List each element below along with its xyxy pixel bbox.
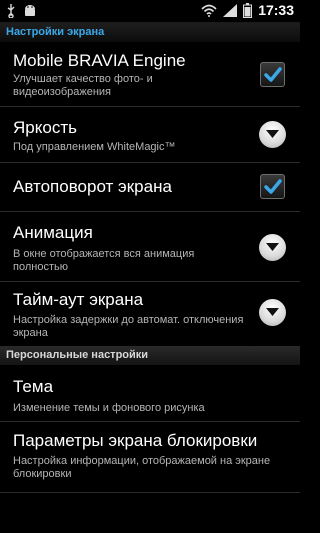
section-header-personal: Персональные настройки xyxy=(0,346,300,365)
setting-title: Автоповорот экрана xyxy=(13,177,172,196)
setting-summary: Настройка задержки до автомат. отключени… xyxy=(13,314,244,339)
setting-summary: Изменение темы и фонового рисунка xyxy=(13,402,205,414)
setting-summary: Настройка информации, отображаемой на эк… xyxy=(13,455,271,480)
setting-mobile-bravia-engine[interactable]: Mobile BRAVIA Engine Улучшает качество ф… xyxy=(0,42,300,106)
setting-lock-screen[interactable]: Параметры экрана блокировки Настройка ин… xyxy=(0,422,300,492)
setting-animation[interactable]: Анимация В окне отображается вся анимаци… xyxy=(0,212,300,281)
bravia-checkbox[interactable] xyxy=(260,62,285,87)
clock: 17:33 xyxy=(258,2,294,18)
chevron-down-icon xyxy=(266,308,279,316)
signal-icon xyxy=(223,3,238,17)
chevron-down-icon xyxy=(266,243,279,251)
checkmark-icon xyxy=(264,67,282,82)
brightness-dropdown[interactable] xyxy=(259,121,286,148)
screen-timeout-dropdown[interactable] xyxy=(259,299,286,326)
setting-summary: Под управлением WhiteMagic™ xyxy=(13,141,176,153)
setting-title: Mobile BRAVIA Engine xyxy=(13,51,186,70)
setting-summary: Улучшает качество фото- и видеоизображен… xyxy=(13,73,153,98)
setting-title: Анимация xyxy=(13,223,93,242)
setting-auto-rotate[interactable]: Автоповорот экрана xyxy=(0,163,300,211)
checkmark-icon xyxy=(264,179,282,194)
setting-title: Тема xyxy=(13,377,54,396)
setting-screen-timeout[interactable]: Тайм-аут экрана Настройка задержки до ав… xyxy=(0,282,300,346)
wifi-icon xyxy=(201,4,217,17)
setting-summary: В окне отображается вся анимация полност… xyxy=(13,248,195,273)
setting-theme[interactable]: Тема Изменение темы и фонового рисунка xyxy=(0,365,300,421)
animation-dropdown[interactable] xyxy=(259,234,286,261)
usb-icon xyxy=(6,4,16,18)
auto-rotate-checkbox[interactable] xyxy=(260,174,285,199)
setting-title: Тайм-аут экрана xyxy=(13,290,144,309)
setting-title: Яркость xyxy=(13,118,77,137)
divider xyxy=(0,492,300,493)
android-debug-icon xyxy=(24,4,36,18)
section-header-screen: Настройки экрана xyxy=(0,23,300,42)
battery-icon xyxy=(243,2,253,18)
status-bar: 17:33 xyxy=(0,0,300,23)
setting-brightness[interactable]: Яркость Под управлением WhiteMagic™ xyxy=(0,107,300,162)
chevron-down-icon xyxy=(266,130,279,138)
setting-title: Параметры экрана блокировки xyxy=(13,431,258,450)
